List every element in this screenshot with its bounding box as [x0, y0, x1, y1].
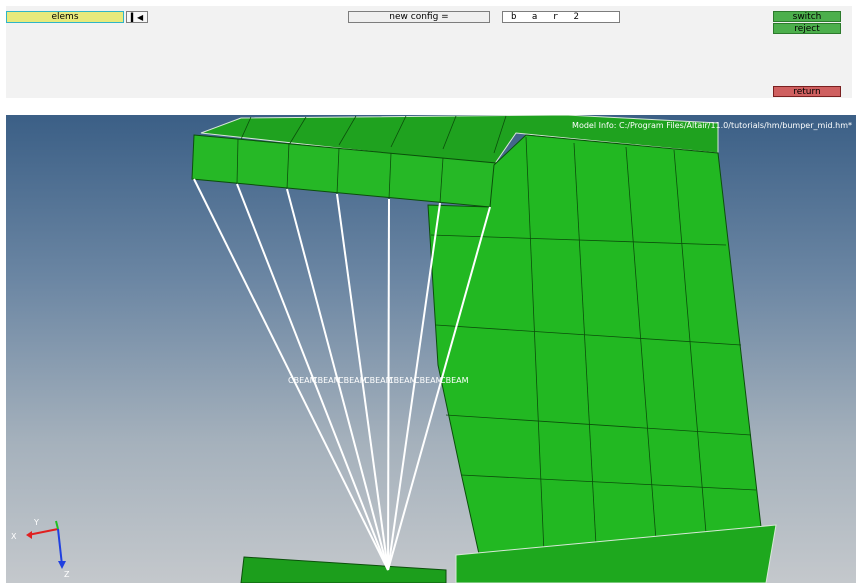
mesh-model: [191, 115, 777, 583]
beam-label: CBEAM: [338, 376, 367, 385]
beam-label: CBEAM: [440, 376, 469, 385]
beam-label: CBEAM: [414, 376, 443, 385]
beam-label: CBEAM: [312, 376, 341, 385]
reject-button[interactable]: reject: [773, 23, 841, 34]
entity-selector-button[interactable]: elems: [6, 11, 124, 23]
graphics-viewport[interactable]: Model Info: C:/Program Files/Altair/11.0…: [6, 115, 856, 583]
beam-label: CBEAM: [388, 376, 417, 385]
return-button[interactable]: return: [773, 86, 841, 97]
axis-triad-icon: X Y Z: [11, 518, 70, 579]
switch-button[interactable]: switch: [773, 11, 841, 22]
bottom-lip-mesh: [240, 556, 447, 583]
axis-x-label: X: [11, 532, 17, 541]
command-panel: elems ▍◀ new config = b a r 2 switch rej…: [6, 6, 852, 98]
config-selector-button[interactable]: new config =: [348, 11, 490, 23]
name-input[interactable]: b a r 2: [502, 11, 620, 23]
axis-z-label: Z: [64, 570, 70, 579]
skip-back-icon[interactable]: ▍◀: [126, 11, 148, 23]
model-info-text: Model Info: C:/Program Files/Altair/11.0…: [572, 121, 852, 130]
axis-y-label: Y: [33, 518, 39, 527]
